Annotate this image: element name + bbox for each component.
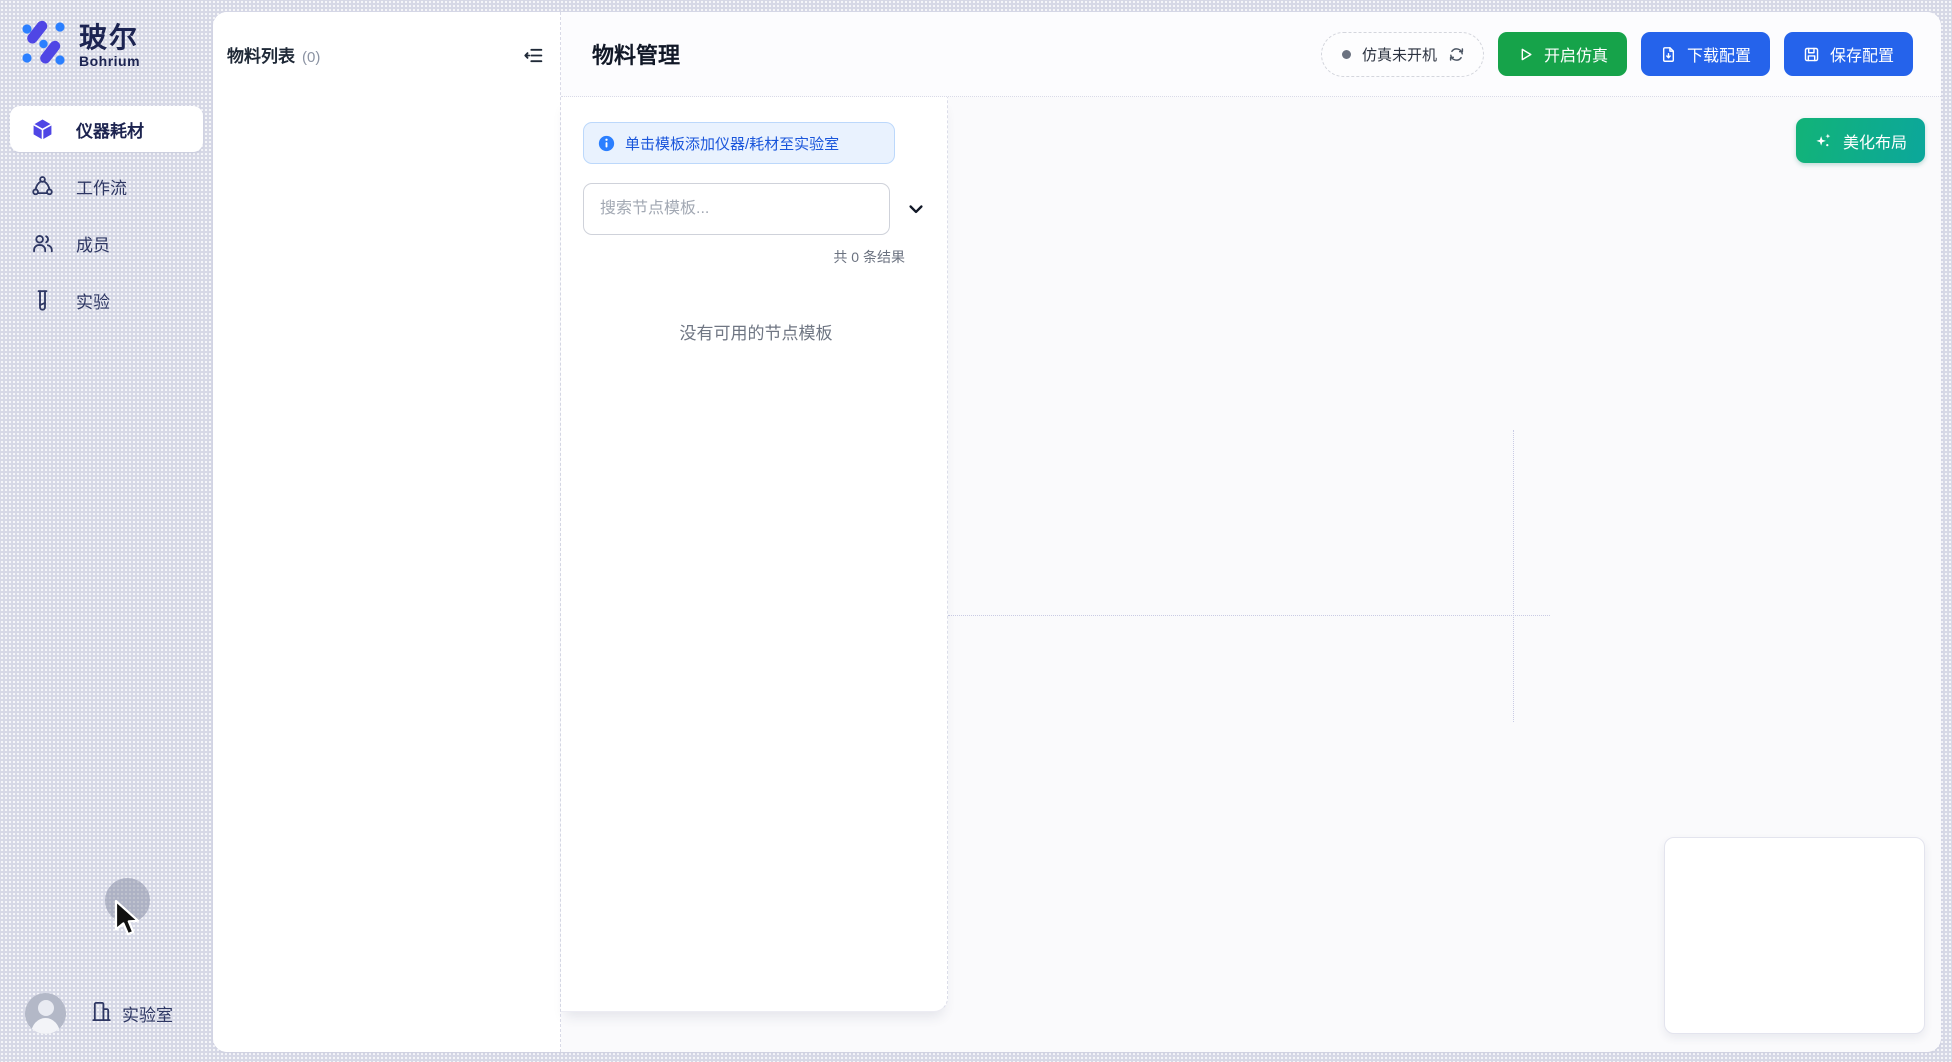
canvas-guide-horizontal bbox=[948, 615, 1550, 616]
result-count: 共 0 条结果 bbox=[583, 247, 905, 267]
sidebar-item-workflow[interactable]: 工作流 bbox=[10, 163, 203, 209]
sidebar-item-label: 仪器耗材 bbox=[76, 117, 144, 142]
sidebar-item-label: 成员 bbox=[76, 231, 110, 256]
sidebar-item-instruments[interactable]: 仪器耗材 bbox=[10, 106, 203, 152]
brand-logo: 玻尔 Bohrium bbox=[10, 20, 203, 72]
materials-count: (0) bbox=[302, 49, 320, 66]
main-area: 物料管理 仿真未开机 开启仿真 bbox=[561, 12, 1941, 1052]
file-download-icon bbox=[1660, 46, 1677, 63]
brand-name-en: Bohrium bbox=[79, 53, 140, 69]
hint-banner: 单击模板添加仪器/耗材至实验室 bbox=[583, 122, 895, 164]
simulation-status-pill[interactable]: 仿真未开机 bbox=[1321, 32, 1484, 77]
app-window: 物料列表(0) 物料管理 仿真未开机 bbox=[213, 12, 1941, 1052]
info-icon bbox=[598, 135, 615, 152]
download-config-button[interactable]: 下载配置 bbox=[1641, 32, 1770, 76]
page-title: 物料管理 bbox=[592, 38, 680, 70]
minimap[interactable] bbox=[1664, 837, 1925, 1034]
collapse-panel-icon[interactable] bbox=[520, 42, 546, 68]
empty-template-message: 没有可用的节点模板 bbox=[583, 319, 929, 344]
lab-canvas[interactable]: 单击模板添加仪器/耗材至实验室 共 0 条结果 没有可用的节点模板 bbox=[561, 97, 1941, 1052]
status-dot-icon bbox=[1342, 50, 1351, 59]
save-config-button[interactable]: 保存配置 bbox=[1784, 32, 1913, 76]
topbar: 物料管理 仿真未开机 开启仿真 bbox=[561, 12, 1941, 97]
sidebar-item-label: 工作流 bbox=[76, 174, 127, 199]
node-template-panel: 单击模板添加仪器/耗材至实验室 共 0 条结果 没有可用的节点模板 bbox=[561, 97, 948, 1012]
mouse-cursor bbox=[113, 899, 147, 944]
users-icon bbox=[31, 232, 54, 255]
sidebar-item-experiments[interactable]: 实验 bbox=[10, 277, 203, 323]
sparkles-icon bbox=[1814, 131, 1833, 150]
test-tube-icon bbox=[31, 289, 54, 312]
bohrium-logo-icon bbox=[20, 20, 67, 72]
chevron-down-icon[interactable] bbox=[903, 196, 929, 222]
lab-label: 实验室 bbox=[122, 1001, 173, 1026]
avatar[interactable] bbox=[25, 993, 66, 1034]
lab-switcher[interactable]: 实验室 bbox=[90, 1000, 173, 1028]
sidebar-footer: 实验室 bbox=[25, 993, 173, 1034]
refresh-icon[interactable] bbox=[1448, 46, 1465, 63]
sidebar-item-members[interactable]: 成员 bbox=[10, 220, 203, 266]
play-icon bbox=[1517, 46, 1534, 63]
brand-name-zh: 玻尔 bbox=[79, 23, 140, 54]
building-icon bbox=[90, 1000, 113, 1028]
workflow-icon bbox=[31, 175, 54, 198]
cube-icon bbox=[31, 118, 54, 141]
beautify-layout-button[interactable]: 美化布局 bbox=[1796, 118, 1925, 163]
materials-panel-title: 物料列表(0) bbox=[227, 42, 320, 67]
save-icon bbox=[1803, 46, 1820, 63]
hint-banner-text: 单击模板添加仪器/耗材至实验室 bbox=[625, 133, 839, 154]
simulation-status-label: 仿真未开机 bbox=[1362, 44, 1437, 65]
start-simulation-button[interactable]: 开启仿真 bbox=[1498, 32, 1627, 76]
sidebar-item-label: 实验 bbox=[76, 288, 110, 313]
canvas-guide-vertical bbox=[1513, 430, 1514, 722]
search-input[interactable] bbox=[583, 183, 890, 235]
materials-panel: 物料列表(0) bbox=[213, 12, 561, 1052]
